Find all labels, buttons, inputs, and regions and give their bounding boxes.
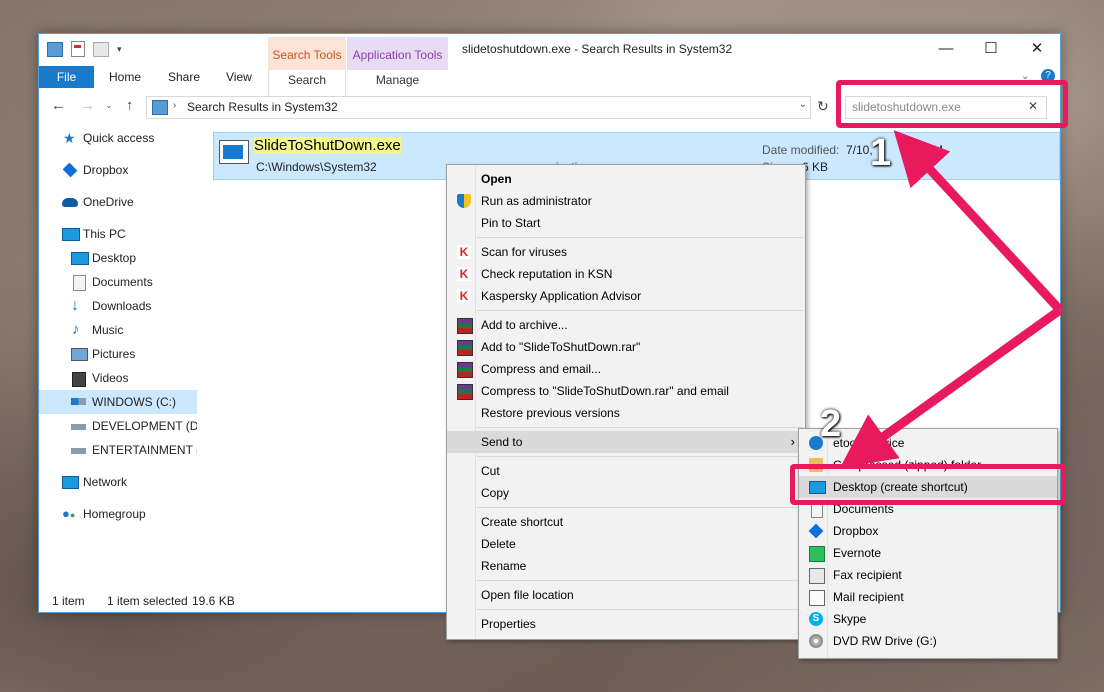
arrow-to-send-to	[840, 306, 1063, 468]
step-2-badge: 2	[820, 403, 842, 445]
arrow-to-search	[893, 130, 1064, 314]
annotation-arrows	[840, 130, 1064, 468]
step-1-badge: 1	[870, 132, 892, 174]
